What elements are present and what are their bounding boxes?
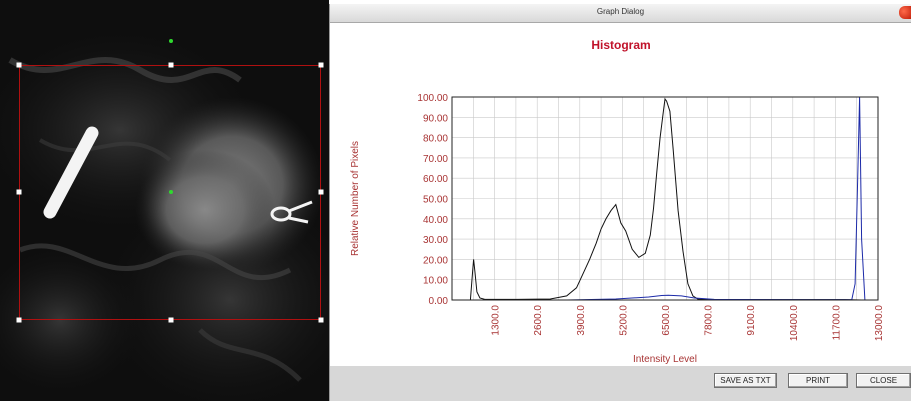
x-axis-label: Intensity Level [633,354,697,365]
x-axis-ticks: 1300.0 2600.0 3900.0 5200.0 6500.0 7800.0 9100… [491,305,885,342]
graph-dialog: Graph Dialog Histogram 0.00 10.00 20.00 30.… [329,4,911,401]
y-tick-label: 70.00 [423,154,448,165]
print-button[interactable]: PRINT [788,373,848,388]
y-tick-label: 40.00 [423,215,448,226]
y-tick-label: 50.00 [423,195,448,206]
histogram-chart: Histogram 0.00 10.00 20.00 30.00 40.00 50.00 6… [350,38,885,365]
dialog-titlebar[interactable]: Graph Dialog [330,4,911,23]
y-axis-label: Relative Number of Pixels [350,141,361,256]
x-tick-label: 13000.0 [874,305,885,342]
dialog-button-bar: SAVE AS TXT PRINT CLOSE [330,366,911,401]
x-tick-label: 3900.0 [576,305,587,336]
chart-title: Histogram [591,38,650,52]
y-tick-label: 30.00 [423,235,448,246]
y-axis-ticks: 0.00 10.00 20.00 30.00 40.00 50.00 60.00 70.00 8… [417,93,448,307]
roi-handle-right[interactable] [318,189,324,195]
x-tick-label: 1300.0 [491,305,502,336]
y-tick-label: 0.00 [429,296,449,307]
roi-handle-top[interactable] [168,62,174,68]
roi-handle-top-left[interactable] [16,62,22,68]
roi-handle-left[interactable] [16,189,22,195]
y-tick-label: 10.00 [423,276,448,287]
rotation-handle[interactable] [169,39,173,43]
roi-handle-bottom-left[interactable] [16,317,22,323]
graph-panel: Histogram 0.00 10.00 20.00 30.00 40.00 50.00 6… [330,23,911,366]
x-tick-label: 11700.0 [831,305,842,341]
roi-handle-top-right[interactable] [318,62,324,68]
y-tick-label: 90.00 [423,113,448,124]
x-tick-label: 10400.0 [789,305,800,342]
y-tick-label: 100.00 [417,93,448,104]
roi-center-point[interactable] [169,190,173,194]
x-tick-label: 6500.0 [661,305,672,336]
x-tick-label: 9100.0 [746,305,757,336]
dialog-title: Graph Dialog [596,7,645,16]
y-tick-label: 60.00 [423,174,448,185]
roi-handle-bottom-right[interactable] [318,317,324,323]
save-as-txt-button[interactable]: SAVE AS TXT [714,373,777,388]
y-tick-label: 80.00 [423,134,448,145]
window-close-icon[interactable] [899,6,911,19]
image-viewer[interactable] [0,0,329,401]
roi-handle-bottom[interactable] [168,317,174,323]
close-button[interactable]: CLOSE [856,373,911,388]
x-tick-label: 7800.0 [704,305,715,336]
chart-grid [452,97,878,300]
x-tick-label: 2600.0 [533,305,544,336]
x-tick-label: 5200.0 [618,305,629,336]
y-tick-label: 20.00 [423,255,448,266]
